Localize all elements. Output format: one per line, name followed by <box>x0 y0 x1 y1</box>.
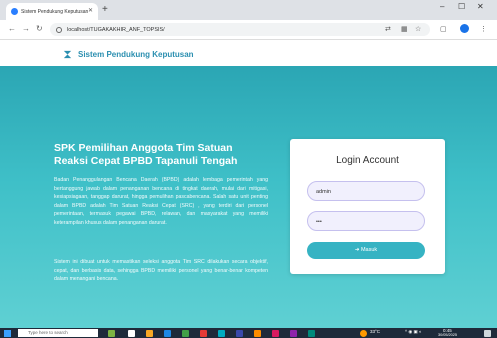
login-title: Login Account <box>336 155 399 166</box>
os-taskbar: Type here to search 33°C ^ ◉ ▣ ◐ 0:45 30… <box>0 328 497 338</box>
new-tab-button[interactable]: + <box>102 3 108 17</box>
app-header: Sistem Pendukung Keputusan <box>0 40 497 66</box>
extension-icon[interactable]: ▦ <box>401 25 408 33</box>
tray-icons[interactable]: ^ ◉ ▣ ◐ <box>405 329 422 335</box>
minimize-button[interactable]: – <box>440 2 444 11</box>
app-icon-5[interactable] <box>290 330 297 337</box>
weather-icon[interactable] <box>360 330 367 337</box>
tab-title: Sistem Pendukung Keputusan <box>21 8 89 15</box>
login-card: Login Account admin ••• ➜ Masuk <box>290 139 445 274</box>
password-field[interactable]: ••• <box>307 211 425 231</box>
login-button-label: Masuk <box>360 247 378 253</box>
back-icon[interactable]: ← <box>8 24 16 33</box>
brand-logo-icon <box>63 50 72 59</box>
url-text: localhost/TUGAKAKHIR_ANF_TOPSIS/ <box>67 26 165 33</box>
favicon-icon <box>11 8 18 15</box>
hero-paragraph-1: Badan Penanggulangan Bencana Daerah (BPB… <box>54 177 268 226</box>
app-icon-2[interactable] <box>236 330 243 337</box>
hero-title: SPK Pemilihan Anggota Tim Satuan Reaksi … <box>54 142 238 167</box>
clock-date: 30/05/2025 <box>438 333 458 337</box>
brand[interactable]: Sistem Pendukung Keputusan <box>62 49 194 60</box>
reload-icon[interactable]: ↻ <box>36 24 43 33</box>
edge-icon[interactable] <box>164 330 171 337</box>
widget-icon[interactable] <box>108 330 115 337</box>
url-field[interactable]: localhost/TUGAKAKHIR_ANF_TOPSIS/ <box>50 23 430 36</box>
task-view-icon[interactable] <box>128 330 135 337</box>
profile-avatar[interactable] <box>460 24 469 33</box>
browser-tab-strip: Sistem Pendukung Keputusan ✕ + – ☐ ✕ <box>0 0 497 20</box>
notification-icon[interactable] <box>484 330 491 337</box>
forward-icon[interactable]: → <box>22 24 30 33</box>
tab-close-icon[interactable]: ✕ <box>88 7 93 14</box>
chrome-icon[interactable] <box>200 330 207 337</box>
bookmark-star-icon[interactable]: ☆ <box>415 25 421 33</box>
username-field[interactable]: admin <box>307 181 425 201</box>
app-icon-4[interactable] <box>272 330 279 337</box>
app-icon-6[interactable] <box>308 330 315 337</box>
store-icon[interactable] <box>182 330 189 337</box>
brand-name: Sistem Pendukung Keputusan <box>78 50 194 59</box>
translate-icon[interactable]: ⇄ <box>385 25 391 33</box>
weather-temp: 33°C <box>370 329 381 334</box>
address-bar-row: ← → ↻ localhost/TUGAKAKHIR_ANF_TOPSIS/ ⇄… <box>0 20 497 40</box>
maximize-button[interactable]: ☐ <box>458 2 465 11</box>
file-explorer-icon[interactable] <box>146 330 153 337</box>
app-icon-3[interactable] <box>254 330 261 337</box>
close-window-button[interactable]: ✕ <box>477 2 484 11</box>
site-info-icon[interactable] <box>56 26 62 33</box>
taskbar-search-input[interactable]: Type here to search <box>18 329 98 337</box>
app-icon-1[interactable] <box>218 330 225 337</box>
menu-dots-icon[interactable]: ⋮ <box>480 25 487 33</box>
browser-tab[interactable]: Sistem Pendukung Keputusan ✕ <box>6 3 98 20</box>
windows-start-icon[interactable] <box>4 330 11 337</box>
sidepanel-icon[interactable]: ▢ <box>440 25 447 33</box>
login-button[interactable]: ➜ Masuk <box>307 242 425 259</box>
hero-paragraph-2: Sistem ini dibuat untuk memastikan selek… <box>54 259 268 282</box>
